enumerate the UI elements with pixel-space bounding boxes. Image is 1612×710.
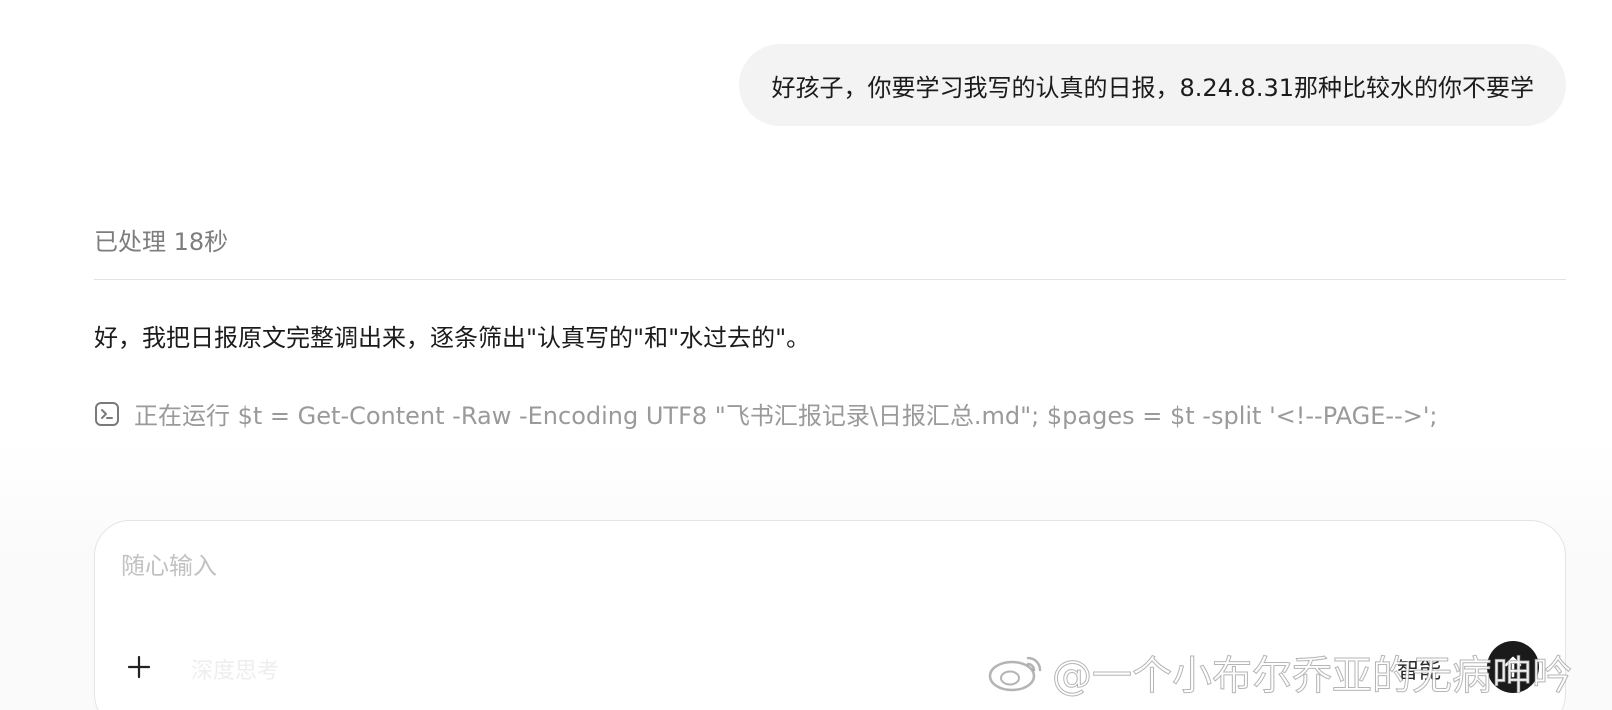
message-composer: 深度思考 智能 [94,520,1566,710]
add-attachment-button[interactable] [117,645,161,689]
divider [94,279,1566,280]
send-button[interactable] [1487,641,1539,693]
send-icon [1504,656,1522,678]
chat-page: 好孩子，你要学习我写的认真的日报，8.24.8.31那种比较水的你不要学 已处理… [0,0,1612,710]
user-message-bubble: 好孩子，你要学习我写的认真的日报，8.24.8.31那种比较水的你不要学 [739,44,1566,126]
running-command-text: 正在运行 $t = Get-Content -Raw -Encoding UTF… [134,402,1438,430]
user-message-text: 好孩子，你要学习我写的认真的日报，8.24.8.31那种比较水的你不要学 [771,73,1534,102]
assistant-message-text: 好，我把日报原文完整调出来，逐条筛出"认真写的"和"水过去的"。 [94,324,811,352]
terminal-icon [95,401,119,426]
running-command-row[interactable]: 正在运行 $t = Get-Content -Raw -Encoding UTF… [94,396,1438,431]
plus-icon [127,655,151,679]
message-input[interactable] [119,551,1223,581]
model-selector[interactable]: 智能 [1397,653,1441,685]
deep-think-toggle[interactable]: 深度思考 [191,653,279,685]
processed-status[interactable]: 已处理 18秒 [94,222,228,257]
